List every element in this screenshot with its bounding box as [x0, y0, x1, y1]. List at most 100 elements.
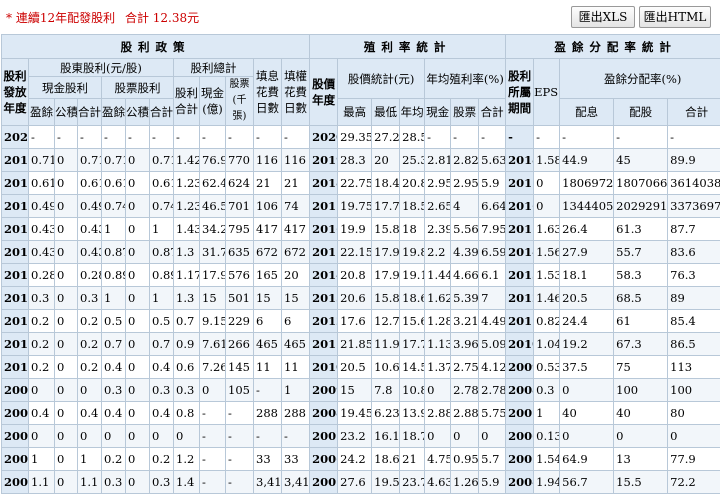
table-cell: 0.74: [102, 195, 126, 218]
table-cell: 46.5: [200, 195, 226, 218]
year-cell: 2005: [310, 471, 338, 494]
header-cash-sum: 合計: [78, 99, 102, 126]
year-cell: 2012: [506, 287, 534, 310]
table-cell: 5.9: [479, 471, 506, 494]
table-cell: 15: [338, 379, 372, 402]
header-dividend-year: 股利發放年度: [2, 59, 29, 126]
table-cell: 2.82: [451, 149, 479, 172]
table-cell: 0: [55, 172, 78, 195]
table-cell: 45: [614, 149, 668, 172]
table-cell: 7: [479, 287, 506, 310]
table-cell: 27.9: [560, 241, 614, 264]
table-cell: 0: [55, 379, 78, 402]
header-stock-reserve: 公積: [126, 99, 150, 126]
table-row: 20150.4300.430.8700.871.331.763567267220…: [2, 241, 720, 264]
table-cell: 20.8: [400, 172, 425, 195]
table-cell: 1.4: [174, 471, 200, 494]
table-cell: 6: [254, 310, 282, 333]
table-cell: 17.7: [372, 195, 400, 218]
year-cell: 2016: [506, 195, 534, 218]
year-cell: 2007: [506, 402, 534, 425]
table-cell: 4: [451, 195, 479, 218]
table-cell: 87.7: [668, 218, 720, 241]
table-cell: 0.4: [29, 402, 55, 425]
table-cell: 1.54: [534, 448, 560, 471]
table-cell: 1.62: [425, 287, 451, 310]
table-cell: 672: [254, 241, 282, 264]
year-cell: 2011: [506, 310, 534, 333]
table-cell: 0: [479, 425, 506, 448]
table-cell: -: [560, 126, 614, 149]
year-cell: 2009: [310, 379, 338, 402]
table-cell: 1.56: [534, 241, 560, 264]
table-cell: 18069721: [560, 172, 614, 195]
table-cell: 0: [174, 425, 200, 448]
table-cell: 56.7: [560, 471, 614, 494]
table-cell: 0: [126, 379, 150, 402]
table-cell: 0: [55, 310, 78, 333]
table-cell: 75: [614, 356, 668, 379]
header-yield-stock: 股票: [451, 99, 479, 126]
table-cell: 1.46: [534, 287, 560, 310]
table-cell: 0: [560, 379, 614, 402]
table-cell: 0.28: [78, 264, 102, 287]
table-cell: 28.3: [338, 149, 372, 172]
year-cell: 2012: [2, 310, 29, 333]
table-cell: 0.2: [102, 448, 126, 471]
table-cell: 33: [254, 448, 282, 471]
year-cell: 2016: [310, 218, 338, 241]
table-cell: -: [200, 471, 226, 494]
table-cell: 12.7: [372, 310, 400, 333]
table-cell: 15: [254, 287, 282, 310]
header-yield-stats: 殖利率統計: [310, 35, 506, 59]
table-cell: 20: [372, 149, 400, 172]
table-cell: -: [226, 471, 254, 494]
table-cell: 15.5: [614, 471, 668, 494]
table-cell: -: [226, 126, 254, 149]
table-cell: 1: [282, 379, 310, 402]
table-cell: 0: [55, 218, 78, 241]
header-high: 最高: [338, 99, 372, 126]
year-cell: 2016: [2, 218, 29, 241]
table-cell: 1: [29, 448, 55, 471]
table-cell: 7.26: [200, 356, 226, 379]
table-cell: 0.71: [102, 149, 126, 172]
table-row: 2020-----------202029.3527.228.5--------: [2, 126, 720, 149]
table-cell: -: [254, 425, 282, 448]
table-cell: -: [29, 126, 55, 149]
header-yield-sum: 合計: [479, 99, 506, 126]
export-html-button[interactable]: 匯出HTML: [639, 6, 711, 28]
table-cell: 19.9: [338, 218, 372, 241]
year-cell: 2018: [310, 172, 338, 195]
table-cell: 55.7: [614, 241, 668, 264]
header-cash-reserve: 公積: [55, 99, 78, 126]
export-xls-button[interactable]: 匯出XLS: [571, 6, 635, 28]
table-row: 20090000.300.30.30105-12009157.810.802.7…: [2, 379, 720, 402]
table-cell: 4.75: [425, 448, 451, 471]
table-cell: 5.75: [479, 402, 506, 425]
table-cell: 5.09: [479, 333, 506, 356]
table-cell: 20.5: [338, 356, 372, 379]
table-cell: 5.7: [479, 448, 506, 471]
table-cell: 18.1: [560, 264, 614, 287]
table-cell: -: [282, 425, 310, 448]
year-cell: 2014: [310, 264, 338, 287]
table-cell: 0.8: [174, 402, 200, 425]
header-stock-dividend: 股票股利: [102, 77, 174, 99]
header-avg: 年均: [400, 99, 425, 126]
table-cell: -: [174, 126, 200, 149]
year-cell: 2017: [310, 195, 338, 218]
table-cell: 0.89: [150, 264, 174, 287]
table-cell: -: [254, 126, 282, 149]
table-cell: 62.4: [200, 172, 226, 195]
table-cell: 0.9: [174, 333, 200, 356]
table-cell: 0.53: [534, 356, 560, 379]
table-cell: 0.5: [102, 310, 126, 333]
table-cell: 0.2: [78, 333, 102, 356]
table-cell: 19.2: [560, 333, 614, 356]
table-cell: 61.3: [614, 218, 668, 241]
table-cell: 0.3: [534, 379, 560, 402]
table-cell: 18070663: [614, 172, 668, 195]
table-cell: 1.28: [425, 310, 451, 333]
table-cell: 0.43: [29, 218, 55, 241]
